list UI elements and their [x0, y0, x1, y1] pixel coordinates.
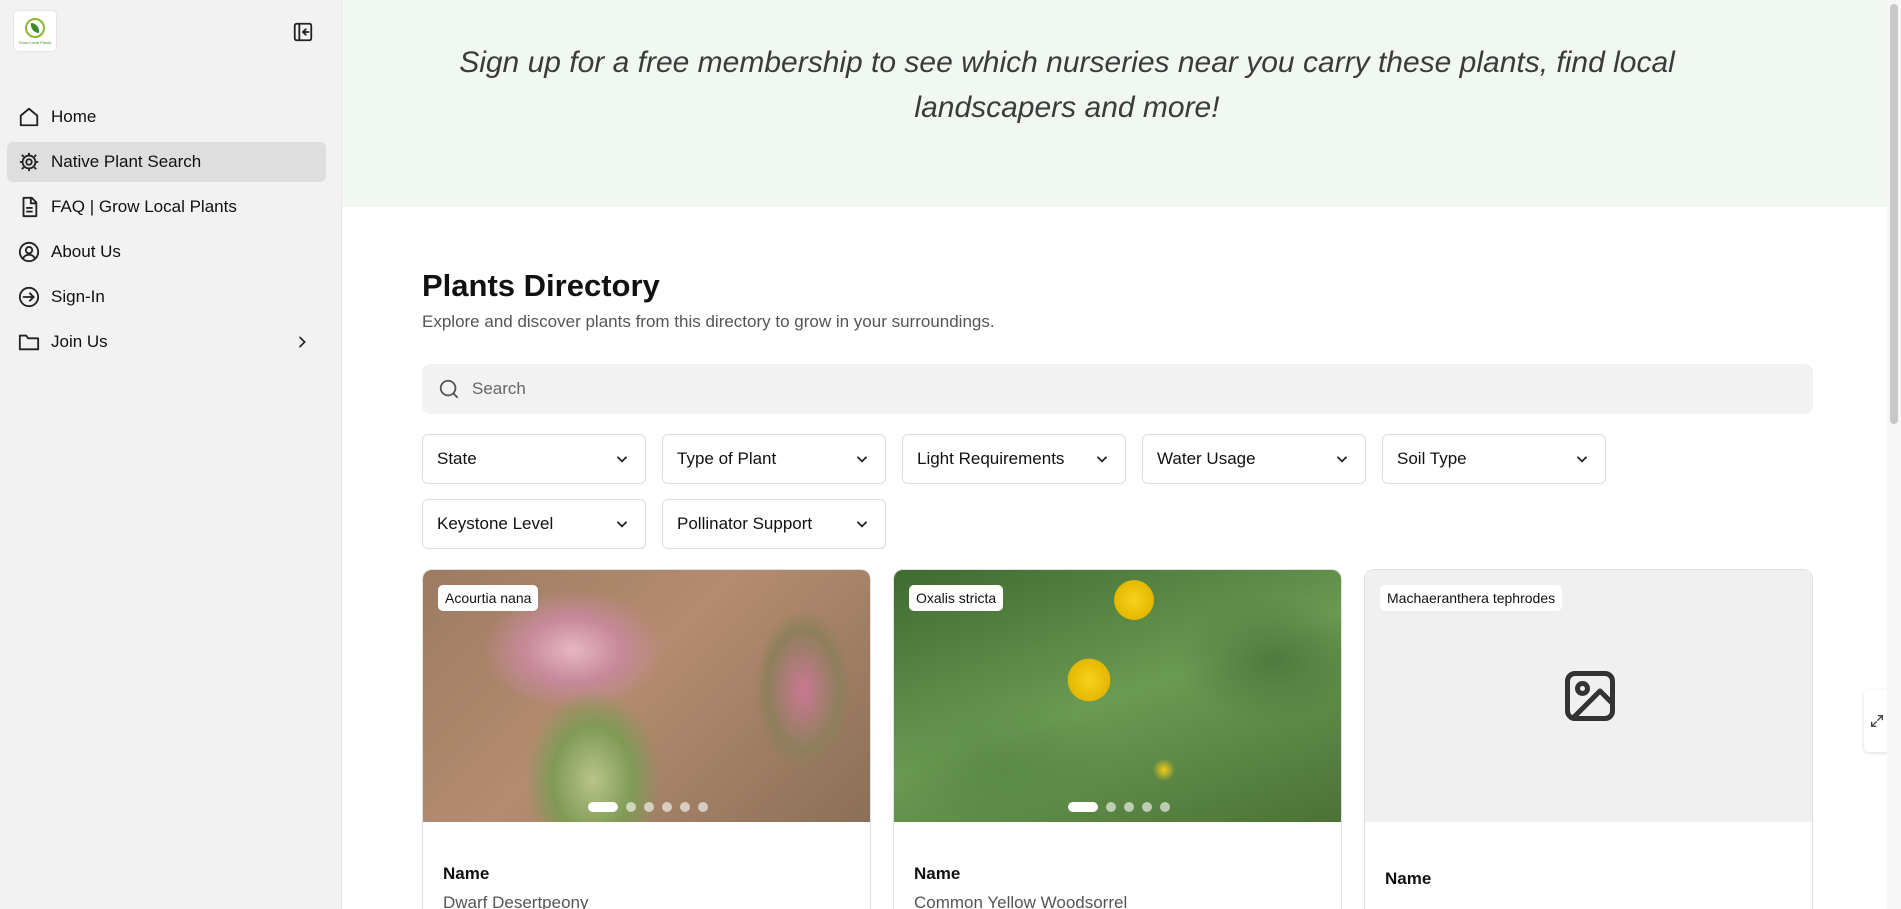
chevron-down-icon	[1573, 450, 1591, 468]
filter-water-usage[interactable]: Water Usage	[1142, 434, 1366, 484]
document-icon	[17, 195, 41, 219]
sign-in-icon	[17, 285, 41, 309]
sidebar-item-sign-in[interactable]: Sign-In	[7, 277, 326, 317]
home-icon	[17, 105, 41, 129]
chevron-down-icon	[1093, 450, 1111, 468]
chevron-down-icon	[1333, 450, 1351, 468]
carousel-dot[interactable]	[661, 802, 672, 812]
carousel-dot[interactable]	[625, 802, 636, 812]
app-root: Grow Local Plants Home Native Plant Sear…	[0, 0, 1901, 909]
sidebar-nav: Home Native Plant Search FAQ | Grow Loca…	[7, 97, 326, 367]
search-bar[interactable]	[422, 364, 1813, 414]
plant-card[interactable]: Acourtia nana Name Dwarf Desertpeony	[422, 569, 871, 909]
sidebar-item-label: Native Plant Search	[51, 152, 202, 171]
user-circle-icon	[17, 240, 41, 264]
plant-photo[interactable]: Acourtia nana	[423, 570, 870, 822]
page-subtitle: Explore and discover plants from this di…	[422, 312, 995, 331]
filter-label: Type of Plant	[677, 449, 777, 468]
sidebar-item-label: Home	[51, 107, 97, 126]
chevron-down-icon	[853, 515, 871, 533]
carousel-dot[interactable]	[1123, 802, 1134, 812]
sidebar-item-home[interactable]: Home	[7, 97, 326, 137]
filter-pollinator-support[interactable]: Pollinator Support	[662, 499, 886, 549]
plant-photo[interactable]: Oxalis stricta	[894, 570, 1341, 822]
chevron-right-icon[interactable]	[290, 330, 314, 354]
filter-label: Light Requirements	[917, 449, 1065, 468]
sidebar-item-label: Sign-In	[51, 287, 105, 306]
search-input[interactable]	[472, 379, 1772, 399]
expand-icon	[1871, 715, 1883, 727]
image-placeholder-icon	[1564, 671, 1615, 721]
filter-type-of-plant[interactable]: Type of Plant	[662, 434, 886, 484]
filter-bar: State Type of Plant Light Requirements W…	[422, 434, 1813, 549]
filter-label: Pollinator Support	[677, 514, 813, 533]
page-title: Plants Directory	[422, 268, 660, 303]
plant-card-grid: Acourtia nana Name Dwarf Desertpeony Oxa…	[422, 569, 1813, 909]
collapse-sidebar-button[interactable]	[291, 20, 315, 44]
filter-label: Soil Type	[1397, 449, 1467, 468]
carousel-dot[interactable]	[1105, 802, 1116, 812]
carousel-dots	[894, 802, 1341, 812]
sidebar: Grow Local Plants Home Native Plant Sear…	[0, 0, 342, 909]
common-name: Dwarf Desertpeony	[443, 893, 589, 909]
leaf-icon	[25, 17, 45, 38]
plant-card[interactable]: Oxalis stricta Name Common Yellow Woodso…	[893, 569, 1342, 909]
common-name: Common Yellow Woodsorrel	[914, 893, 1128, 909]
filter-light-requirements[interactable]: Light Requirements	[902, 434, 1126, 484]
sidebar-item-about-us[interactable]: About Us	[7, 232, 326, 272]
scientific-name-tag: Oxalis stricta	[909, 585, 1004, 611]
sidebar-item-label: About Us	[51, 242, 121, 261]
carousel-dot[interactable]	[1159, 802, 1170, 812]
carousel-dot[interactable]	[587, 802, 618, 812]
chevron-down-icon	[613, 450, 631, 468]
filter-label: Water Usage	[1157, 449, 1256, 468]
folder-icon	[17, 330, 41, 354]
scientific-name-tag: Acourtia nana	[438, 585, 539, 611]
scrollbar[interactable]	[1887, 0, 1901, 909]
carousel-dots	[423, 802, 870, 812]
carousel-dot[interactable]	[679, 802, 690, 812]
carousel-dot[interactable]	[697, 802, 708, 812]
filter-label: Keystone Level	[437, 514, 554, 533]
chevron-down-icon	[853, 450, 871, 468]
scientific-name-tag: Machaeranthera tephrodes	[1380, 585, 1563, 611]
chevron-down-icon	[613, 515, 631, 533]
plant-card[interactable]: Machaeranthera tephrodes Name	[1364, 569, 1813, 909]
logo[interactable]: Grow Local Plants	[14, 11, 56, 51]
filter-soil-type[interactable]: Soil Type	[1382, 434, 1606, 484]
filter-state[interactable]: State	[422, 434, 646, 484]
sidebar-item-join-us[interactable]: Join Us	[7, 322, 326, 362]
gear-icon	[17, 150, 41, 174]
card-field-label: Name	[914, 864, 961, 883]
banner-text: Sign up for a free membership to see whi…	[459, 46, 1675, 124]
carousel-dot[interactable]	[1141, 802, 1152, 812]
search-icon	[437, 377, 461, 401]
carousel-dot[interactable]	[643, 802, 654, 812]
sidebar-collapse-icon	[293, 22, 313, 42]
logo-text: Grow Local Plants	[18, 39, 52, 45]
scrollbar-thumb[interactable]	[1890, 4, 1898, 424]
sidebar-item-native-plant-search[interactable]: Native Plant Search	[7, 142, 326, 182]
card-field-label: Name	[443, 864, 490, 883]
carousel-dot[interactable]	[1067, 802, 1098, 812]
signup-banner: Sign up for a free membership to see whi…	[342, 0, 1901, 207]
filter-keystone-level[interactable]: Keystone Level	[422, 499, 646, 549]
filter-label: State	[437, 449, 477, 468]
main-content: Sign up for a free membership to see whi…	[342, 0, 1901, 909]
sidebar-item-label: Join Us	[51, 332, 108, 351]
sidebar-item-faq[interactable]: FAQ | Grow Local Plants	[7, 187, 326, 227]
sidebar-item-label: FAQ | Grow Local Plants	[51, 197, 237, 216]
card-field-label: Name	[1385, 869, 1432, 888]
plant-photo-placeholder[interactable]: Machaeranthera tephrodes	[1365, 570, 1812, 822]
